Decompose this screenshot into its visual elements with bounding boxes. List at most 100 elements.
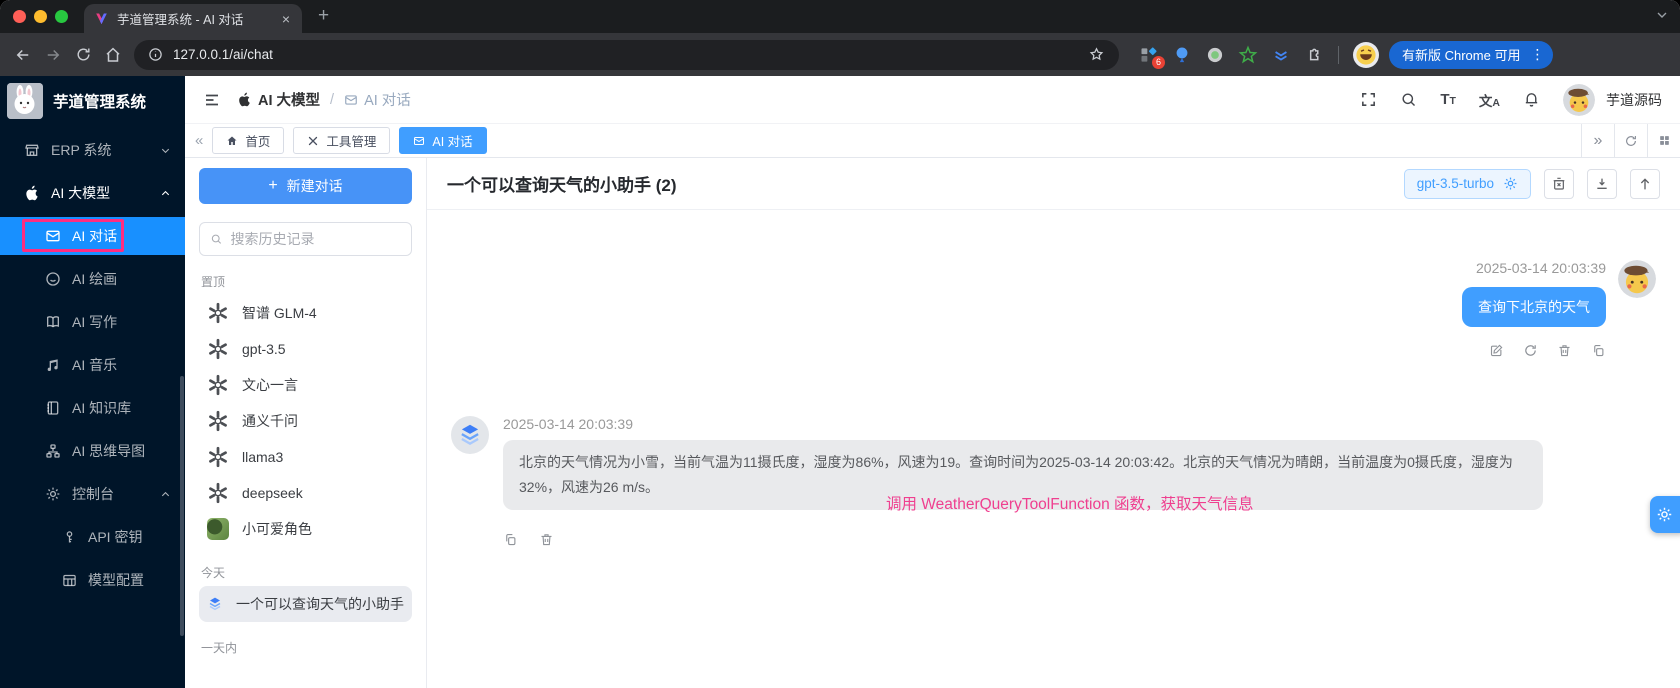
page-tab-tools[interactable]: 工具管理 [293,127,391,154]
clear-conversation-button[interactable] [1544,168,1574,199]
gear-icon [1657,507,1672,522]
delete-icon[interactable] [539,532,554,547]
copy-icon[interactable] [1591,343,1606,358]
model-selector[interactable]: gpt-3.5-turbo [1403,168,1531,199]
search-icon[interactable] [1400,91,1417,108]
sidebar-item-label: AI 对话 [72,228,118,244]
sidebar-item-ai-knowledge[interactable]: AI 知识库 [0,389,185,427]
clear-trash-icon [1553,177,1565,190]
conversation-item[interactable]: deepseek [199,475,412,511]
tabs-refresh-icon[interactable] [1614,124,1647,157]
site-info-icon[interactable] [148,47,163,62]
translate-icon[interactable]: 文A [1479,90,1500,110]
new-tab-button[interactable]: + [318,5,329,27]
chat-settings-floating-button[interactable] [1650,496,1680,533]
sidebar: 芋道管理系统 ERP 系统 AI 大模型 AI 对话 AI 绘画 AI 写作 A… [0,76,185,688]
edit-icon[interactable] [1489,343,1504,358]
conversation-item[interactable]: 小可爱角色 [199,511,412,547]
star-extension-icon[interactable] [1238,45,1258,65]
storefront-icon [24,142,40,158]
download-button[interactable] [1587,168,1617,199]
font-size-icon[interactable]: TT [1440,91,1456,108]
arrow-up-icon [1640,177,1650,189]
mail-icon [414,136,425,145]
chrome-update-button[interactable]: 有新版 Chrome 可用 ⋮ [1389,40,1554,69]
collapse-menu-icon[interactable] [203,91,221,109]
sidebar-item-ai-draw[interactable]: AI 绘画 [0,260,185,298]
regenerate-icon[interactable] [1523,343,1538,358]
tab-close-icon[interactable]: × [278,11,294,27]
download-icon [1597,178,1607,189]
conversation-item[interactable]: 通义千问 [199,403,412,439]
config-grid-icon [62,573,77,588]
reload-icon[interactable] [68,40,98,70]
bookmark-star-icon[interactable] [1088,46,1105,63]
openai-icon [209,302,227,324]
app-logo [7,83,43,119]
sidebar-item-console[interactable]: 控制台 [0,475,185,513]
minimize-window-button[interactable] [34,10,47,23]
user-avatar[interactable] [1563,83,1595,116]
apple-icon [24,185,40,201]
app-logo-row[interactable]: 芋道管理系统 [0,76,185,126]
home-icon[interactable] [98,40,128,70]
sidebar-item-api-keys[interactable]: API 密钥 [0,518,185,556]
address-bar[interactable]: 127.0.0.1/ai/chat [134,39,1119,70]
assistant-avatar [451,416,489,454]
tabs-scroll-right-icon[interactable]: » [1581,124,1614,157]
tab-title: 芋道管理系统 - AI 对话 [117,13,244,27]
browser-menu-icon[interactable]: ⋮ [1525,46,1549,63]
history-search-box[interactable] [199,222,412,256]
sidebar-item-model-config[interactable]: 模型配置 [0,561,185,599]
tabs-layout-grid-icon[interactable] [1647,124,1680,157]
conversation-sidebar: + 新建对话 置顶 智谱 GLM-4 gpt-3.5 [185,158,427,688]
record-extension-icon[interactable] [1205,45,1225,65]
username[interactable]: 芋道源码 [1606,90,1662,110]
browser-tabstrip: 芋道管理系统 - AI 对话 × + [0,0,1680,33]
mail-icon [345,94,357,105]
balloon-extension-icon[interactable] [1172,45,1192,65]
favicon [94,11,109,26]
maximize-window-button[interactable] [55,10,68,23]
fullscreen-icon[interactable] [1360,91,1377,108]
sidebar-item-erp[interactable]: ERP 系统 [0,131,185,169]
profile-avatar[interactable] [1353,41,1379,68]
tabs-scroll-left-icon[interactable]: « [195,132,203,149]
browser-tab[interactable]: 芋道管理系统 - AI 对话 × [84,4,302,33]
conversation-item[interactable]: gpt-3.5 [199,331,412,367]
conversation-item-selected[interactable]: 一个可以查询天气的小助手 [199,586,412,622]
history-search-input[interactable] [230,231,401,247]
sidebar-item-ai-music[interactable]: AI 音乐 [0,346,185,384]
extension-icons: 6 [1139,45,1324,69]
tab-search-chevron-icon[interactable] [1654,7,1670,23]
sidebar-item-ai-models[interactable]: AI 大模型 [0,174,185,212]
conversation-item[interactable]: llama3 [199,439,412,475]
sidebar-item-ai-mindmap[interactable]: AI 思维导图 [0,432,185,470]
conversation-item[interactable]: 智谱 GLM-4 [199,295,412,331]
new-conversation-button[interactable]: + 新建对话 [199,168,412,204]
delete-icon[interactable] [1557,343,1572,358]
breadcrumb-parent[interactable]: AI 大模型 [237,89,320,110]
scroll-top-button[interactable] [1630,168,1660,199]
window-controls [13,10,68,23]
key-icon [62,530,77,545]
page-tab-home[interactable]: 首页 [212,127,285,154]
sidebar-scrollbar[interactable] [180,376,184,636]
sidebar-item-label: API 密钥 [88,529,143,545]
back-icon[interactable] [8,40,38,70]
conversation-item[interactable]: 文心一言 [199,367,412,403]
copy-icon[interactable] [503,532,518,547]
blocks-extension-icon[interactable]: 6 [1139,45,1165,69]
sidebar-item-ai-writing[interactable]: AI 写作 [0,303,185,341]
openai-icon [209,446,227,468]
forward-icon[interactable] [38,40,68,70]
puzzle-extensions-icon[interactable] [1304,45,1324,65]
bell-icon[interactable] [1523,91,1540,108]
smiley-icon [45,271,61,287]
url-text: 127.0.0.1/ai/chat [173,47,273,62]
sidebar-item-ai-chat[interactable]: AI 对话 [0,217,185,255]
sidebar-item-label: 控制台 [72,486,114,502]
close-window-button[interactable] [13,10,26,23]
chevrons-extension-icon[interactable] [1271,45,1291,65]
page-tab-ai-chat[interactable]: AI 对话 [399,127,487,154]
